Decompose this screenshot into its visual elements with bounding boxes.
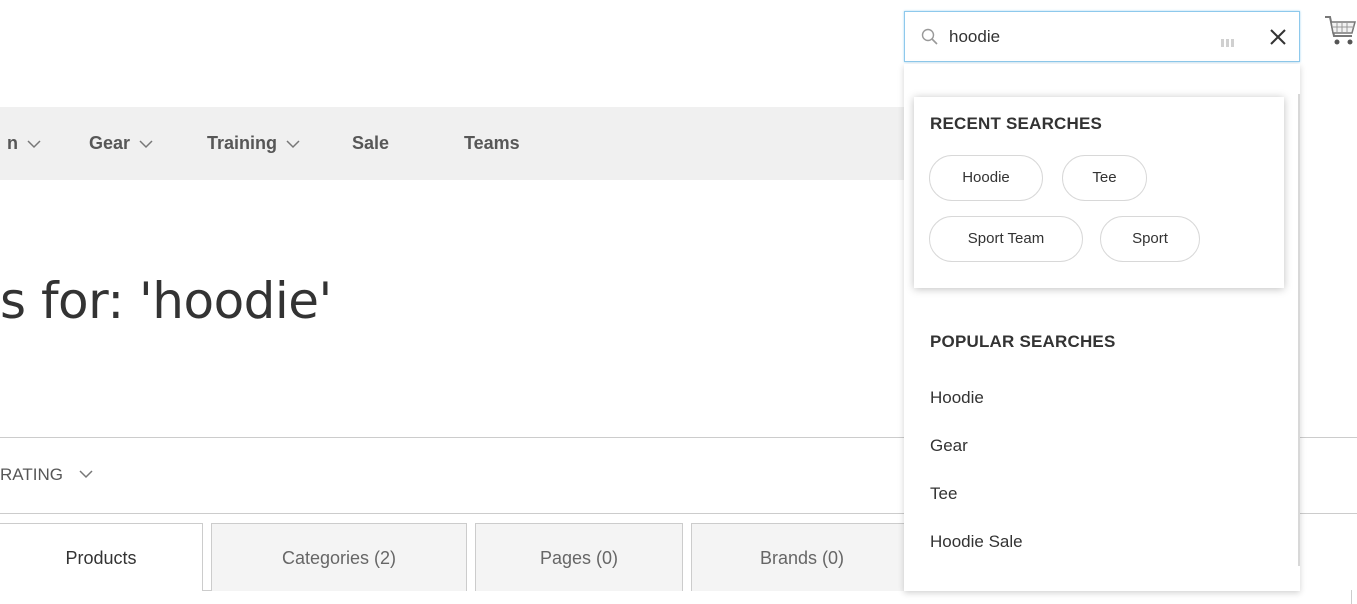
recent-search-chip[interactable]: Sport Team: [929, 216, 1083, 262]
nav-item-gear[interactable]: Gear: [89, 107, 153, 180]
tab-label: Brands (0): [759, 548, 845, 568]
search-field[interactable]: [904, 11, 1300, 62]
shopping-cart-icon[interactable]: [1324, 14, 1357, 50]
chip-label: Sport Team: [967, 230, 1045, 247]
nav-item-sale[interactable]: Sale: [352, 107, 389, 180]
nav-item-label: Sale: [352, 133, 390, 153]
recent-searches-panel: RECENT SEARCHES Hoodie Tee Sport Team Sp…: [914, 97, 1284, 288]
nav-item-training[interactable]: Training: [207, 107, 300, 180]
scrollbar[interactable]: [1298, 94, 1300, 566]
search-input[interactable]: [949, 23, 1169, 51]
close-icon[interactable]: [1266, 25, 1290, 49]
tab-pages[interactable]: Pages (0): [475, 523, 683, 591]
chip-label: Sport: [1132, 230, 1168, 247]
popular-search-item[interactable]: Hoodie: [930, 388, 984, 408]
chip-label: Tee: [1092, 169, 1117, 186]
popular-search-item[interactable]: Tee: [930, 484, 957, 504]
popular-search-item[interactable]: Gear: [930, 436, 968, 456]
page-title: s for: 'hoodie': [0, 272, 332, 330]
recent-search-chip[interactable]: Tee: [1062, 155, 1147, 201]
rating-filter[interactable]: RATING: [0, 460, 93, 490]
tab-brands[interactable]: Brands (0): [691, 523, 913, 591]
tab-label: Products: [65, 548, 137, 568]
tab-label: Categories (2): [281, 548, 397, 568]
chevron-down-icon: [27, 107, 41, 180]
divider: [1351, 590, 1357, 604]
chevron-down-icon: [286, 107, 300, 180]
recent-search-chip[interactable]: Sport: [1100, 216, 1200, 262]
divider: [203, 590, 211, 591]
chip-label: Hoodie: [962, 169, 1010, 186]
nav-item-label: n: [7, 133, 18, 153]
nav-item-label: Training: [207, 133, 278, 153]
chevron-down-icon: [139, 107, 153, 180]
tab-products[interactable]: Products: [0, 523, 203, 591]
loading-dots-icon: [1221, 34, 1236, 52]
main-navigation: n Gear Training Sale Teams: [0, 107, 930, 180]
nav-item-label: Teams: [464, 133, 520, 153]
search-icon: [921, 28, 939, 51]
recent-search-chip[interactable]: Hoodie: [929, 155, 1043, 201]
nav-item-men[interactable]: n: [7, 107, 41, 180]
nav-item-label: Gear: [89, 133, 131, 153]
popular-search-item[interactable]: Hoodie Sale: [930, 532, 1023, 552]
recent-searches-title: RECENT SEARCHES: [930, 114, 1103, 133]
search-autocomplete: RECENT SEARCHES Hoodie Tee Sport Team Sp…: [904, 64, 1300, 591]
tab-label: Pages (0): [539, 548, 619, 568]
nav-item-teams[interactable]: Teams: [464, 107, 520, 180]
chevron-down-icon: [79, 459, 93, 489]
popular-searches-title: POPULAR SEARCHES: [930, 332, 1116, 351]
rating-filter-label: RATING: [0, 465, 63, 484]
tab-categories[interactable]: Categories (2): [211, 523, 467, 591]
